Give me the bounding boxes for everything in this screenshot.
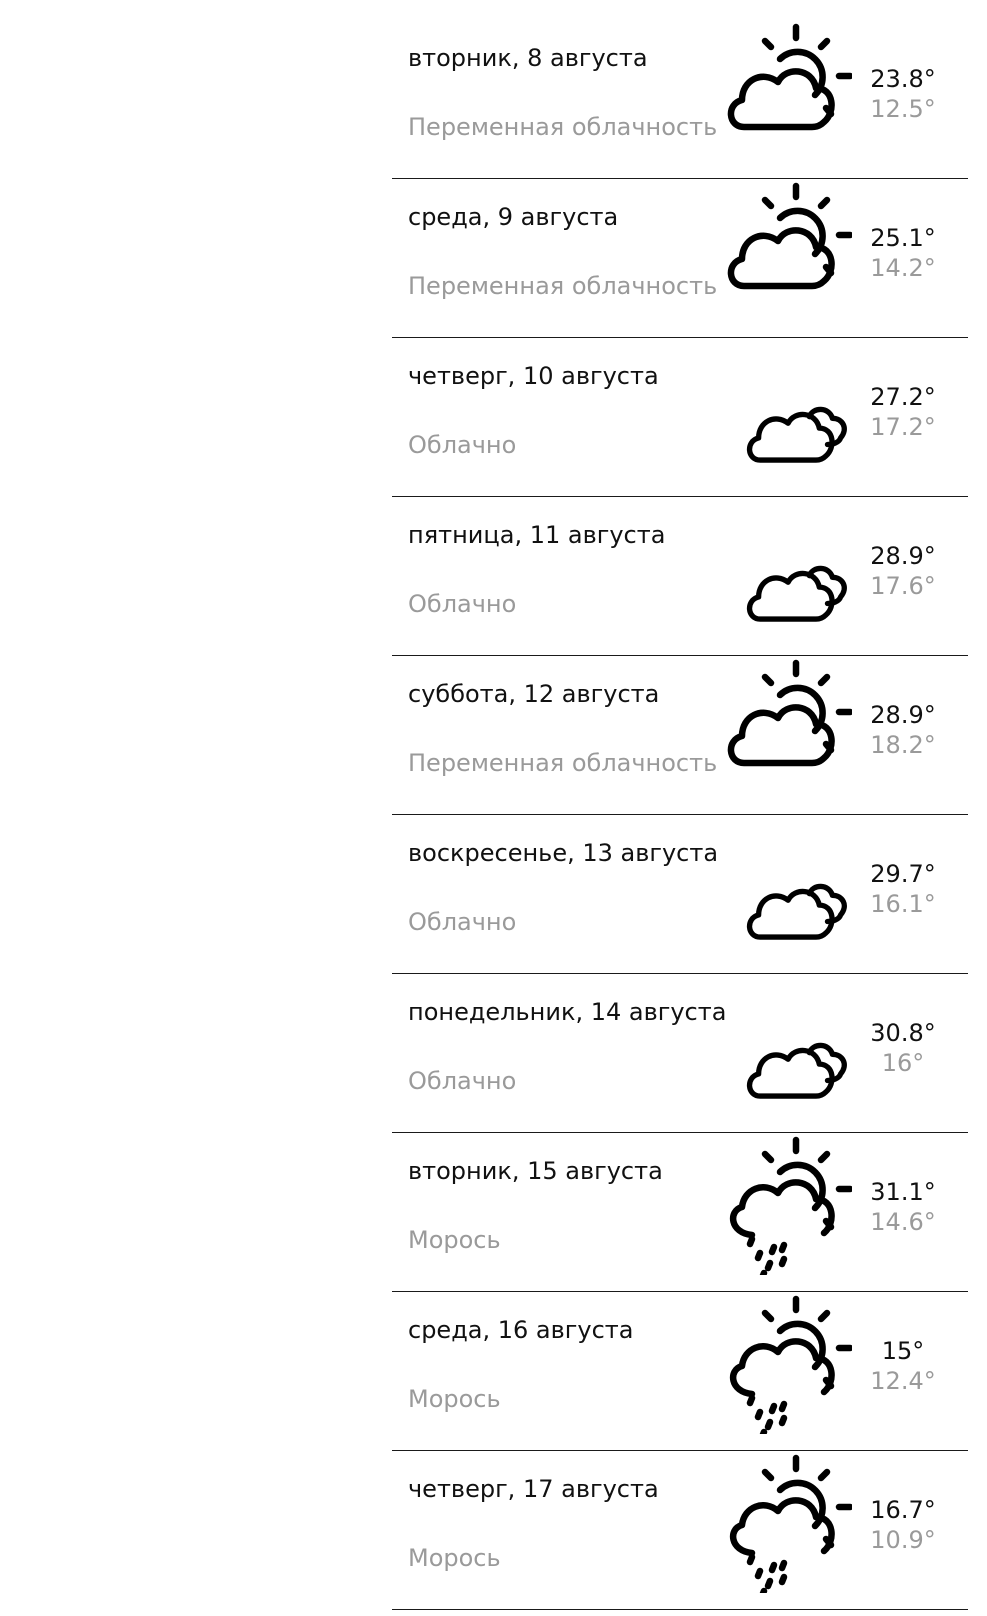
temperature-block: 16.7° 10.9° bbox=[860, 1495, 946, 1555]
temperature-block: 27.2° 17.2° bbox=[860, 382, 946, 442]
day-condition: Облачно bbox=[408, 590, 517, 618]
temp-max: 16.7° bbox=[870, 1496, 936, 1524]
temp-max: 27.2° bbox=[870, 383, 936, 411]
day-date: воскресенье, 13 августа bbox=[408, 839, 719, 867]
drizzle-icon bbox=[712, 1135, 852, 1275]
temperature-block: 31.1° 14.6° bbox=[860, 1177, 946, 1237]
forecast-row: пятница, 11 августа Облачно 28.9° 17.6° bbox=[392, 497, 968, 656]
temperature-block: 28.9° 18.2° bbox=[860, 700, 946, 760]
temp-max: 31.1° bbox=[870, 1178, 936, 1206]
temp-max: 30.8° bbox=[870, 1019, 936, 1047]
day-condition: Морось bbox=[408, 1226, 501, 1254]
temperature-block: 28.9° 17.6° bbox=[860, 541, 946, 601]
forecast-row: четверг, 17 августа Морось 16.7° 10.9° bbox=[392, 1451, 968, 1610]
day-condition: Переменная облачность bbox=[408, 749, 718, 777]
temperature-block: 25.1° 14.2° bbox=[860, 223, 946, 283]
temp-min: 14.2° bbox=[870, 254, 936, 282]
day-condition: Облачно bbox=[408, 1067, 517, 1095]
day-condition: Облачно bbox=[408, 431, 517, 459]
cloudy-icon bbox=[712, 817, 852, 957]
forecast-row: среда, 9 августа Переменная облачность 2… bbox=[392, 179, 968, 338]
cloudy-icon bbox=[712, 976, 852, 1116]
temp-max: 28.9° bbox=[870, 542, 936, 570]
forecast-row: четверг, 10 августа Облачно 27.2° 17.2° bbox=[392, 338, 968, 497]
day-condition: Морось bbox=[408, 1385, 501, 1413]
partly-cloudy-icon bbox=[712, 22, 852, 162]
temperature-block: 15° 12.4° bbox=[860, 1336, 946, 1396]
day-condition: Переменная облачность bbox=[408, 272, 718, 300]
day-condition: Морось bbox=[408, 1544, 501, 1572]
day-date: вторник, 8 августа bbox=[408, 44, 648, 72]
cloudy-icon bbox=[712, 499, 852, 639]
forecast-row: воскресенье, 13 августа Облачно 29.7° 16… bbox=[392, 815, 968, 974]
temp-min: 16.1° bbox=[870, 890, 936, 918]
forecast-row: вторник, 15 августа Морось 31.1° 14.6° bbox=[392, 1133, 968, 1292]
temperature-block: 29.7° 16.1° bbox=[860, 859, 946, 919]
cloudy-icon bbox=[712, 340, 852, 480]
day-date: среда, 16 августа bbox=[408, 1316, 634, 1344]
forecast-row: суббота, 12 августа Переменная облачност… bbox=[392, 656, 968, 815]
temp-max: 29.7° bbox=[870, 860, 936, 888]
temp-min: 12.4° bbox=[870, 1367, 936, 1395]
temp-max: 23.8° bbox=[870, 65, 936, 93]
drizzle-icon bbox=[712, 1453, 852, 1593]
temp-min: 10.9° bbox=[870, 1526, 936, 1554]
forecast-row: среда, 16 августа Морось 15° 12.4° bbox=[392, 1292, 968, 1451]
forecast-list: вторник, 8 августа Переменная облачность… bbox=[392, 20, 968, 1610]
temp-max: 25.1° bbox=[870, 224, 936, 252]
temp-min: 18.2° bbox=[870, 731, 936, 759]
day-date: суббота, 12 августа bbox=[408, 680, 660, 708]
day-date: вторник, 15 августа bbox=[408, 1157, 663, 1185]
drizzle-icon bbox=[712, 1294, 852, 1434]
temp-min: 16° bbox=[881, 1049, 925, 1077]
temp-max: 15° bbox=[881, 1337, 925, 1365]
temp-min: 17.2° bbox=[870, 413, 936, 441]
temp-max: 28.9° bbox=[870, 701, 936, 729]
forecast-row: понедельник, 14 августа Облачно 30.8° 16… bbox=[392, 974, 968, 1133]
temp-min: 17.6° bbox=[870, 572, 936, 600]
forecast-row: вторник, 8 августа Переменная облачность… bbox=[392, 20, 968, 179]
temperature-block: 30.8° 16° bbox=[860, 1018, 946, 1078]
day-date: четверг, 10 августа bbox=[408, 362, 659, 390]
day-condition: Переменная облачность bbox=[408, 113, 718, 141]
day-condition: Облачно bbox=[408, 908, 517, 936]
temp-min: 14.6° bbox=[870, 1208, 936, 1236]
partly-cloudy-icon bbox=[712, 658, 852, 798]
temp-min: 12.5° bbox=[870, 95, 936, 123]
day-date: пятница, 11 августа bbox=[408, 521, 666, 549]
temperature-block: 23.8° 12.5° bbox=[860, 64, 946, 124]
partly-cloudy-icon bbox=[712, 181, 852, 321]
day-date: четверг, 17 августа bbox=[408, 1475, 659, 1503]
day-date: понедельник, 14 августа bbox=[408, 998, 727, 1026]
day-date: среда, 9 августа bbox=[408, 203, 619, 231]
